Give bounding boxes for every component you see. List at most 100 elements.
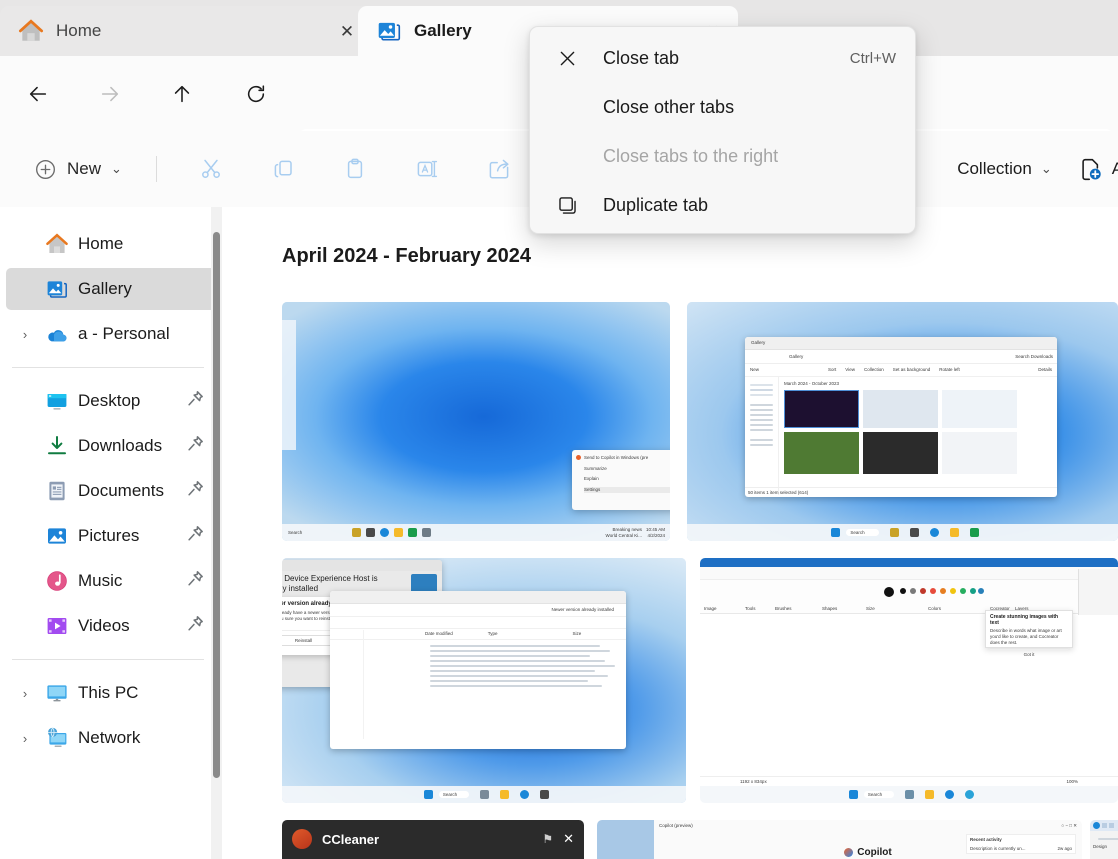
add-button[interactable]: Add [1068,149,1118,189]
taskbar-icon[interactable] [500,790,509,799]
thumbnail-copilot-preview[interactable]: Copilot (preview) ○ − □ ✕ Copilot Recent… [597,820,1082,859]
taskbar-icon[interactable] [910,528,919,537]
desktop-icon [45,389,69,413]
color-swatch[interactable] [920,588,926,594]
taskbar-icon[interactable] [394,528,403,537]
taskbar-icon[interactable] [905,790,914,799]
panel-row-label[interactable]: Description is currently un... [970,846,1026,852]
thumbnail-ccleaner[interactable]: CCleaner ⚑ ✕ [282,820,584,859]
pin-icon[interactable] [187,480,204,502]
pictures-icon [45,524,69,548]
color-swatch[interactable] [940,588,946,594]
paste-button[interactable] [329,149,381,189]
thumbnail-win11-copilot-menu[interactable]: Send to Copilot in Windows (pre Summariz… [282,302,670,541]
thumbnail-paint-cocreator[interactable]: Image Tools Brushes Shapes Size Colors C… [700,558,1118,803]
chevron-right-icon[interactable]: › [14,686,36,701]
color-swatch[interactable] [884,587,894,597]
taskbar-icon[interactable] [950,528,959,537]
copilot-context-menu[interactable]: Send to Copilot in Windows (pre Summariz… [572,450,670,510]
pin-icon[interactable] [187,525,204,547]
thumbnail-newer-version-dialog[interactable]: s Device Experience Host is dy installed… [282,558,686,803]
taskbar-icon[interactable] [890,528,899,537]
collection-button[interactable]: Collection ⌄ [947,149,1062,189]
sidebar-item-this-pc[interactable]: › This PC [6,672,216,714]
taskbar-icon[interactable] [422,528,431,537]
context-menu-item-close-tab[interactable]: Close tab Ctrl+W [535,34,910,82]
start-icon[interactable] [849,790,858,799]
taskbar-icon[interactable] [930,528,939,537]
pin-icon[interactable]: ⚑ [542,832,553,846]
pin-icon[interactable] [187,435,204,457]
color-swatch[interactable] [900,588,906,594]
copilot-menu-item[interactable]: Explain [584,476,599,481]
refresh-button[interactable] [236,74,276,114]
thumbnail-gallery-explorer[interactable]: Gallery Gallery Search Downloads New Sor… [687,302,1118,541]
back-button[interactable] [18,74,58,114]
color-swatch[interactable] [970,588,976,594]
pin-icon[interactable] [187,615,204,637]
color-swatch[interactable] [910,588,916,594]
sidebar-item-network[interactable]: › Network [6,717,216,759]
taskbar-icon[interactable] [945,790,954,799]
start-icon[interactable] [831,528,840,537]
taskbar-icon[interactable] [408,528,417,537]
taskbar-icon[interactable] [366,528,375,537]
copilot-menu-item[interactable]: Settings [584,487,600,492]
taskbar-icon[interactable] [540,790,549,799]
inner-tab-label: Gallery [751,340,765,346]
color-swatch[interactable] [950,588,956,594]
sidebar-item-documents[interactable]: › Documents [6,470,216,512]
context-menu-item-label: Close other tabs [603,97,734,118]
share-button[interactable] [473,149,525,189]
thumbnail-edge-design[interactable]: Design [1090,820,1118,859]
close-icon[interactable]: ✕ [563,831,574,847]
taskbar-icon[interactable] [380,528,389,537]
copilot-brand-label: Copilot [857,847,891,858]
tab-home-label: Home [56,21,101,41]
copy-button[interactable] [257,149,309,189]
taskbar-icon[interactable] [520,790,529,799]
sidebar-item-a-personal[interactable]: › a - Personal [6,313,216,355]
inner-thumb [784,390,859,428]
start-icon[interactable] [424,790,433,799]
sidebar-item-videos[interactable]: › Videos [6,605,216,647]
pin-icon[interactable] [187,570,204,592]
callout-got-it-button[interactable]: Got it [990,649,1068,658]
column-header[interactable]: Date modified [425,631,453,637]
rename-button[interactable] [401,149,453,189]
context-menu-item-close-other-tabs[interactable]: Close other tabs [535,83,910,131]
sidebar-item-music[interactable]: › Music [6,560,216,602]
color-swatch[interactable] [930,588,936,594]
chevron-right-icon[interactable]: › [14,327,36,342]
sidebar-item-desktop[interactable]: › Desktop [6,380,216,422]
taskbar-icon[interactable] [970,528,979,537]
context-menu-item-duplicate-tab[interactable]: Duplicate tab [535,181,910,229]
copilot-menu-item[interactable]: Summarize [584,466,607,471]
taskbar-icon[interactable] [352,528,361,537]
sidebar-item-gallery[interactable]: › Gallery [6,268,216,310]
copilot-menu-item[interactable]: Send to Copilot in Windows (pre [584,455,648,461]
new-button[interactable]: New ⌄ [22,149,134,189]
sidebar-item-downloads[interactable]: › Downloads [6,425,216,467]
pin-icon[interactable] [187,390,204,412]
navigation-pane: › Home › Gallery › a - Pe [0,207,222,859]
cut-button[interactable] [185,149,237,189]
taskbar-icon[interactable] [965,790,974,799]
taskbar-icon[interactable] [925,790,934,799]
column-header[interactable]: Size [573,631,582,637]
tab-home[interactable]: Home ✕ [0,6,372,56]
sidebar-scrollbar-thumb[interactable] [213,232,220,778]
sidebar-item-home[interactable]: › Home [6,223,216,265]
sidebar-item-pictures[interactable]: › Pictures [6,515,216,557]
chevron-right-icon[interactable]: › [14,731,36,746]
context-menu-item-label: Close tab [603,48,679,69]
inner-cmd: Collection [864,367,884,373]
color-swatch[interactable] [960,588,966,594]
color-swatch[interactable] [978,588,984,594]
column-header[interactable]: Type [488,631,498,637]
taskbar-icon[interactable] [480,790,489,799]
taskbar: Search [687,524,1118,541]
ribbon-group-label: Size [866,606,875,612]
up-button[interactable] [162,74,202,114]
taskbar-search-label[interactable]: Search [288,530,302,536]
